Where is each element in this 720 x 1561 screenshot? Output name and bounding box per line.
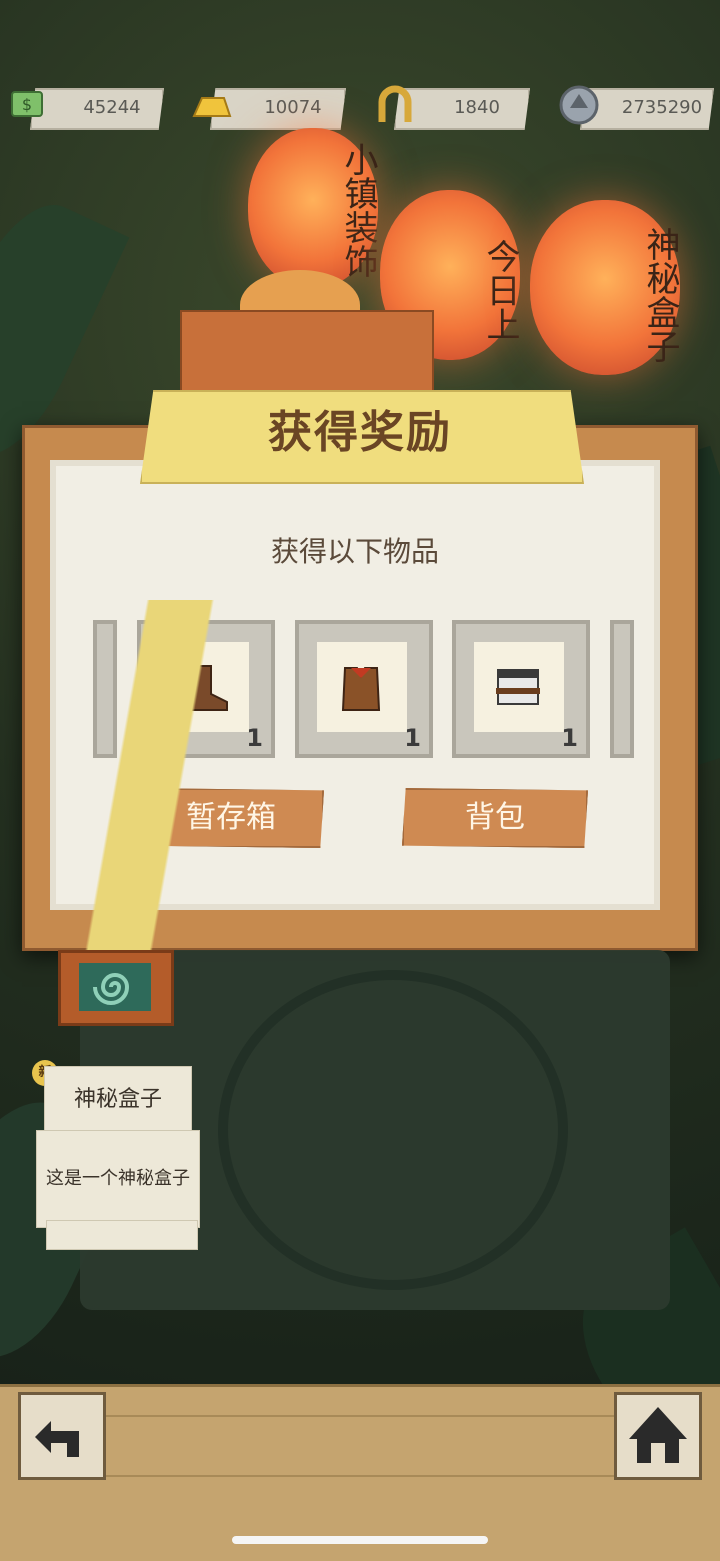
currency-horseshoe-value: 1840	[454, 97, 500, 118]
house-icon	[629, 1407, 687, 1463]
tooltip-description: 这是一个神秘盒子	[36, 1130, 200, 1228]
lantern-label: 小镇装饰	[338, 142, 378, 278]
back-arrow-icon	[35, 1421, 79, 1457]
currency-cash-value: 45244	[83, 97, 141, 118]
item-card	[474, 642, 564, 732]
vest-icon	[341, 667, 381, 711]
spiral-icon	[79, 963, 151, 1011]
item-slot[interactable]: 1	[295, 620, 433, 758]
lantern-mystery-box[interactable]: 神秘盒子	[530, 200, 680, 375]
item-slot-partial[interactable]	[610, 620, 634, 758]
gold-bar-icon	[192, 97, 232, 117]
item-slot[interactable]: 1	[452, 620, 590, 758]
item-count: 1	[246, 724, 263, 752]
home-button[interactable]	[614, 1392, 702, 1480]
cash-icon: $	[11, 91, 43, 117]
tooltip-title: 神秘盒子	[44, 1066, 192, 1134]
horseshoe-icon	[378, 85, 412, 122]
dialog-subtitle: 获得以下物品	[270, 535, 439, 568]
item-count: 1	[404, 724, 421, 752]
belt-icon	[496, 669, 540, 705]
silver-coin-icon	[559, 85, 599, 125]
item-tag[interactable]	[58, 950, 174, 1026]
home-indicator[interactable]	[232, 1536, 488, 1544]
lantern-town-decor[interactable]: 小镇装饰	[248, 128, 378, 288]
backpack-button[interactable]: 背包	[402, 788, 588, 848]
currency-silver-value: 2735290	[621, 97, 703, 118]
back-button[interactable]	[18, 1392, 106, 1480]
lantern-label: 神秘盒子	[640, 227, 680, 363]
plank-line	[70, 1475, 650, 1477]
item-count: 1	[561, 724, 578, 752]
bottom-bar	[0, 1384, 720, 1561]
ribbon-sash	[0, 600, 230, 960]
svg-text:$: $	[22, 95, 32, 114]
plank-line	[70, 1415, 650, 1417]
currency-cash: 45244	[30, 88, 164, 130]
currency-gold-value: 10074	[264, 97, 322, 118]
item-card	[317, 642, 407, 732]
tooltip-paper-edge	[46, 1220, 198, 1250]
dialog-title: 获得奖励	[268, 407, 452, 458]
emblem	[218, 970, 568, 1290]
gift-box	[180, 310, 434, 404]
